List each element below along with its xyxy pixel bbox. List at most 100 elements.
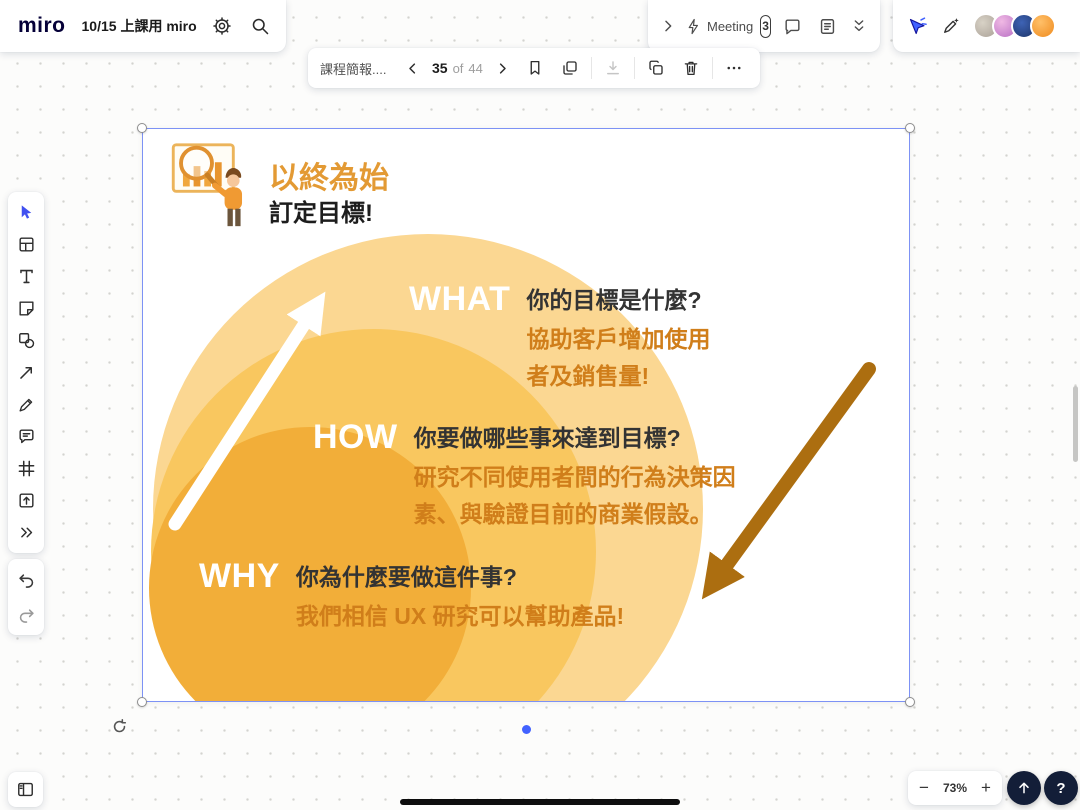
more-tools-button[interactable] xyxy=(10,517,42,548)
double-chevron-down-icon xyxy=(851,18,867,34)
chat-icon xyxy=(783,17,802,36)
why-label: WHY xyxy=(199,556,280,596)
why-row: WHY 你為什麼要做這件事? 我們相信 UX 研究可以幫助產品! xyxy=(199,556,728,635)
slide-subtitle: 訂定目標! xyxy=(269,193,373,228)
toolbar-divider xyxy=(712,57,713,79)
selection-handle-sw[interactable] xyxy=(137,697,147,707)
how-question: 你要做哪些事來達到目標? xyxy=(414,417,748,454)
duplicate-slide-button[interactable] xyxy=(556,54,584,82)
zoom-level[interactable]: 73% xyxy=(943,781,967,795)
previous-slide-button[interactable] xyxy=(401,54,423,82)
zoom-out-button[interactable]: − xyxy=(912,776,936,800)
frames-panel-button-card xyxy=(8,772,43,807)
redo-icon xyxy=(17,605,36,624)
toolbar-divider xyxy=(591,57,592,79)
frames-count-button[interactable]: 3 xyxy=(760,15,771,38)
templates-tool-button[interactable] xyxy=(10,229,42,260)
frame-page-indicator-dot[interactable] xyxy=(522,725,531,734)
upload-icon xyxy=(17,491,36,510)
pen-tool-button[interactable] xyxy=(10,389,42,420)
what-row: WHAT 你的目標是什麼? 協助客戶增加使用者及銷售量! xyxy=(409,279,728,395)
frame-name[interactable]: 課程簡報.... xyxy=(320,59,394,78)
text-tool-icon xyxy=(17,267,36,286)
zoom-in-button[interactable]: + xyxy=(974,776,998,800)
selection-handle-se[interactable] xyxy=(905,697,915,707)
what-answer: 協助客戶增加使用者及銷售量! xyxy=(526,321,728,395)
settings-button[interactable] xyxy=(208,12,236,40)
toolbar-divider xyxy=(634,57,635,79)
text-tool-button[interactable] xyxy=(10,261,42,292)
rotate-handle[interactable] xyxy=(111,718,128,738)
meeting-button[interactable]: Meeting xyxy=(685,18,753,35)
trash-icon xyxy=(682,59,700,77)
history-toolbar xyxy=(8,559,44,635)
shapes-icon xyxy=(17,331,36,350)
topbar-left: miro 10/15 上課用 miro xyxy=(0,0,286,52)
slide-frame[interactable]: 以終為始 訂定目標! WHAT 你的目標是什麼? 協助客戶增加使用者及銷售量! … xyxy=(142,128,910,702)
vertical-scrollbar[interactable] xyxy=(1073,386,1078,462)
connector-tool-button[interactable] xyxy=(10,357,42,388)
next-slide-button[interactable] xyxy=(492,54,514,82)
chat-button[interactable] xyxy=(778,12,806,40)
home-indicator xyxy=(400,799,680,805)
help-button[interactable]: ? xyxy=(1044,771,1078,805)
frame-icon xyxy=(17,459,36,478)
page-of-label: of xyxy=(453,61,464,76)
export-button[interactable] xyxy=(599,54,627,82)
frames-panel-button[interactable] xyxy=(12,776,40,804)
notes-button[interactable] xyxy=(813,12,841,40)
miro-app: 以終為始 訂定目標! WHAT 你的目標是什麼? 協助客戶增加使用者及銷售量! … xyxy=(0,0,1080,810)
selection-handle-nw[interactable] xyxy=(137,123,147,133)
select-tool-icon xyxy=(17,203,36,222)
how-answer: 研究不同使用者間的行為決策因素、與驗證目前的商業假設。 xyxy=(414,459,748,533)
how-row: HOW 你要做哪些事來達到目標? 研究不同使用者間的行為決策因素、與驗證目前的商… xyxy=(313,417,748,533)
why-question: 你為什麼要做這件事? xyxy=(296,556,728,593)
comment-tool-button[interactable] xyxy=(10,421,42,452)
magnifier-chart-illustration xyxy=(163,139,261,231)
select-tool-button[interactable] xyxy=(10,197,42,228)
lightning-icon xyxy=(685,18,702,35)
frame-tool-button[interactable] xyxy=(10,453,42,484)
bookmark-button[interactable] xyxy=(521,54,549,82)
selection-handle-ne[interactable] xyxy=(905,123,915,133)
sticky-note-tool-button[interactable] xyxy=(10,293,42,324)
collapse-meeting-button[interactable] xyxy=(658,12,678,40)
rotate-icon xyxy=(111,718,128,735)
frames-panel-icon xyxy=(16,780,35,799)
collaboration-cursors-button[interactable] xyxy=(903,12,931,40)
catch-up-button[interactable] xyxy=(1007,771,1041,805)
chevron-left-icon xyxy=(405,61,420,76)
laser-pointer-button[interactable] xyxy=(937,12,965,40)
topbar-presence xyxy=(893,0,1080,52)
copy-button[interactable] xyxy=(642,54,670,82)
what-question: 你的目標是什麼? xyxy=(526,279,728,316)
frame-toolbar: 課程簡報.... 35 of 44 xyxy=(308,48,760,88)
slide-title: 以終為始 xyxy=(269,153,389,197)
miro-logo[interactable]: miro xyxy=(12,14,72,38)
board-title[interactable]: 10/15 上課用 miro xyxy=(82,16,198,36)
chevron-right-icon xyxy=(660,18,676,34)
chevron-right-icon xyxy=(495,61,510,76)
notes-icon xyxy=(818,17,837,36)
more-options-button[interactable] xyxy=(720,54,748,82)
laser-pointer-icon xyxy=(941,16,961,36)
pen-icon xyxy=(17,395,36,414)
templates-icon xyxy=(17,235,36,254)
gear-icon xyxy=(212,16,232,36)
avatar-4[interactable] xyxy=(1030,13,1056,39)
redo-button[interactable] xyxy=(10,599,42,630)
research-illustration xyxy=(163,139,261,236)
collaboration-cursors-icon xyxy=(907,16,928,37)
arrow-up-icon xyxy=(1016,780,1032,796)
undo-button[interactable] xyxy=(10,564,42,595)
shapes-tool-button[interactable] xyxy=(10,325,42,356)
ellipsis-icon xyxy=(725,59,743,77)
topbar-meeting: Meeting 3 xyxy=(648,0,880,52)
bookmark-icon xyxy=(526,59,544,77)
search-button[interactable] xyxy=(246,12,274,40)
delete-button[interactable] xyxy=(677,54,705,82)
search-icon xyxy=(250,16,270,36)
duplicate-icon xyxy=(561,59,579,77)
expand-tools-button[interactable] xyxy=(848,12,870,40)
upload-tool-button[interactable] xyxy=(10,485,42,516)
